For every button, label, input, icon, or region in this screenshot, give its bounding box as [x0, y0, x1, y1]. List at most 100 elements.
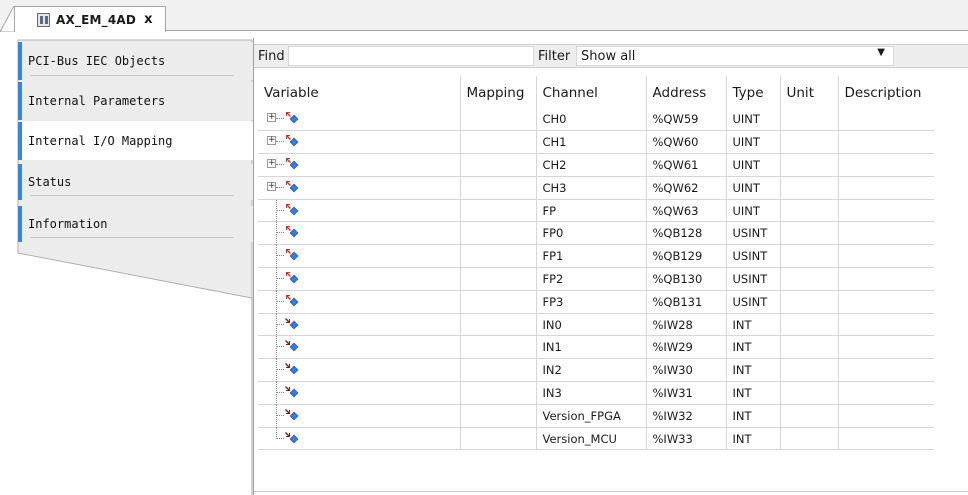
variable-cell[interactable]	[258, 381, 461, 406]
description-cell[interactable]	[838, 108, 934, 132]
find-input[interactable]	[288, 46, 534, 66]
description-cell[interactable]	[838, 313, 934, 337]
table-row[interactable]: FP3 %QB131 USINT	[258, 290, 934, 314]
tab-label: Internal Parameters	[28, 94, 166, 108]
table-row[interactable]: IN3 %IW31 INT	[258, 381, 934, 406]
mapping-cell[interactable]	[460, 313, 537, 337]
variable-cell[interactable]	[258, 335, 461, 360]
expand-icon[interactable]: +	[267, 113, 276, 122]
variable-cell[interactable]	[258, 221, 461, 246]
variable-cell[interactable]: +	[258, 108, 461, 132]
variable-cell[interactable]	[258, 313, 461, 337]
unit-cell[interactable]	[780, 108, 839, 132]
column-header-unit[interactable]: Unit	[780, 76, 839, 108]
description-cell[interactable]	[838, 404, 934, 428]
unit-cell[interactable]	[780, 381, 839, 405]
unit-cell[interactable]	[780, 358, 839, 383]
table-row[interactable]: IN2 %IW30 INT	[258, 358, 934, 383]
channel-cell: Version_MCU	[536, 427, 647, 451]
unit-cell[interactable]	[780, 244, 839, 269]
unit-cell[interactable]	[780, 290, 839, 314]
table-row[interactable]: FP1 %QB129 USINT	[258, 244, 934, 269]
description-cell[interactable]	[838, 130, 934, 155]
unit-cell[interactable]	[780, 313, 839, 337]
variable-cell[interactable]: +	[258, 153, 461, 177]
expand-icon[interactable]: +	[267, 159, 276, 169]
mapping-cell[interactable]	[460, 199, 537, 223]
description-cell[interactable]	[838, 199, 934, 223]
table-row[interactable]: FP %QW63 UINT	[258, 199, 934, 223]
column-header-variable[interactable]: Variable	[258, 76, 461, 108]
variable-cell[interactable]: +	[258, 176, 461, 200]
description-cell[interactable]	[838, 290, 934, 314]
tab-pci-bus-iec-objects[interactable]: PCI-Bus IEC Objects	[18, 42, 260, 80]
table-row[interactable]: + CH2 %QW61 UINT	[258, 153, 934, 177]
filter-dropdown[interactable]: Show all ▼	[576, 46, 894, 66]
table-row[interactable]: IN1 %IW29 INT	[258, 335, 934, 360]
mapping-cell[interactable]	[460, 335, 537, 360]
type-cell: INT	[726, 313, 781, 337]
mapping-cell[interactable]	[460, 290, 537, 314]
column-header-mapping[interactable]: Mapping	[460, 76, 537, 108]
table-row[interactable]: FP0 %QB128 USINT	[258, 221, 934, 246]
variable-cell[interactable]	[258, 199, 461, 223]
unit-cell[interactable]	[780, 153, 839, 177]
mapping-cell[interactable]	[460, 381, 537, 405]
tree-connector-line	[276, 199, 277, 223]
mapping-cell[interactable]	[460, 221, 537, 246]
mapping-cell[interactable]	[460, 358, 537, 383]
unit-cell[interactable]	[780, 176, 839, 200]
mapping-cell[interactable]	[460, 176, 537, 200]
variable-cell[interactable]: +	[258, 130, 461, 155]
expand-icon[interactable]: +	[267, 181, 276, 191]
table-row[interactable]: Version_FPGA %IW32 INT	[258, 404, 934, 428]
table-row[interactable]: Version_MCU %IW33 INT	[258, 427, 934, 451]
variable-cell[interactable]	[258, 267, 461, 292]
description-cell[interactable]	[838, 221, 934, 246]
description-cell[interactable]	[838, 427, 934, 451]
unit-cell[interactable]	[780, 427, 839, 451]
unit-cell[interactable]	[780, 335, 839, 360]
mapping-cell[interactable]	[460, 108, 537, 132]
mapping-cell[interactable]	[460, 244, 537, 269]
variable-cell[interactable]	[258, 244, 461, 269]
variable-cell[interactable]	[258, 404, 461, 428]
unit-cell[interactable]	[780, 404, 839, 428]
variable-cell[interactable]	[258, 427, 461, 451]
table-row[interactable]: + CH0 %QW59 UINT	[258, 108, 934, 132]
description-cell[interactable]	[838, 153, 934, 177]
close-icon[interactable]: x	[144, 12, 152, 27]
description-cell[interactable]	[838, 381, 934, 405]
table-row[interactable]: IN0 %IW28 INT	[258, 313, 934, 337]
unit-cell[interactable]	[780, 221, 839, 246]
description-cell[interactable]	[838, 358, 934, 383]
unit-cell[interactable]	[780, 267, 839, 291]
column-header-channel[interactable]: Channel	[536, 76, 647, 108]
tab-separator	[30, 237, 234, 238]
column-header-description[interactable]: Description	[838, 76, 934, 108]
variable-cell[interactable]	[258, 358, 461, 383]
mapping-cell[interactable]	[460, 404, 537, 428]
description-cell[interactable]	[838, 335, 934, 360]
unit-cell[interactable]	[780, 130, 839, 155]
document-tab[interactable]: AX_EM_4AD x	[14, 6, 166, 32]
description-cell[interactable]	[838, 267, 934, 291]
column-header-address[interactable]: Address	[646, 76, 727, 108]
tab-information[interactable]: Information	[18, 206, 260, 242]
variable-cell[interactable]	[258, 290, 461, 314]
column-header-type[interactable]: Type	[726, 76, 781, 108]
mapping-cell[interactable]	[460, 267, 537, 291]
table-row[interactable]: + CH3 %QW62 UINT	[258, 176, 934, 200]
table-row[interactable]: + CH1 %QW60 UINT	[258, 130, 934, 155]
description-cell[interactable]	[838, 244, 934, 269]
mapping-cell[interactable]	[460, 130, 537, 155]
mapping-cell[interactable]	[460, 427, 537, 451]
tab-internal-parameters[interactable]: Internal Parameters	[18, 82, 260, 120]
unit-cell[interactable]	[780, 199, 839, 223]
tab-internal-io-mapping[interactable]: Internal I/O Mapping	[18, 122, 260, 160]
tab-status[interactable]: Status	[18, 164, 260, 200]
table-row[interactable]: FP2 %QB130 USINT	[258, 267, 934, 292]
mapping-cell[interactable]	[460, 153, 537, 177]
description-cell[interactable]	[838, 176, 934, 200]
expand-icon[interactable]: +	[267, 136, 276, 146]
